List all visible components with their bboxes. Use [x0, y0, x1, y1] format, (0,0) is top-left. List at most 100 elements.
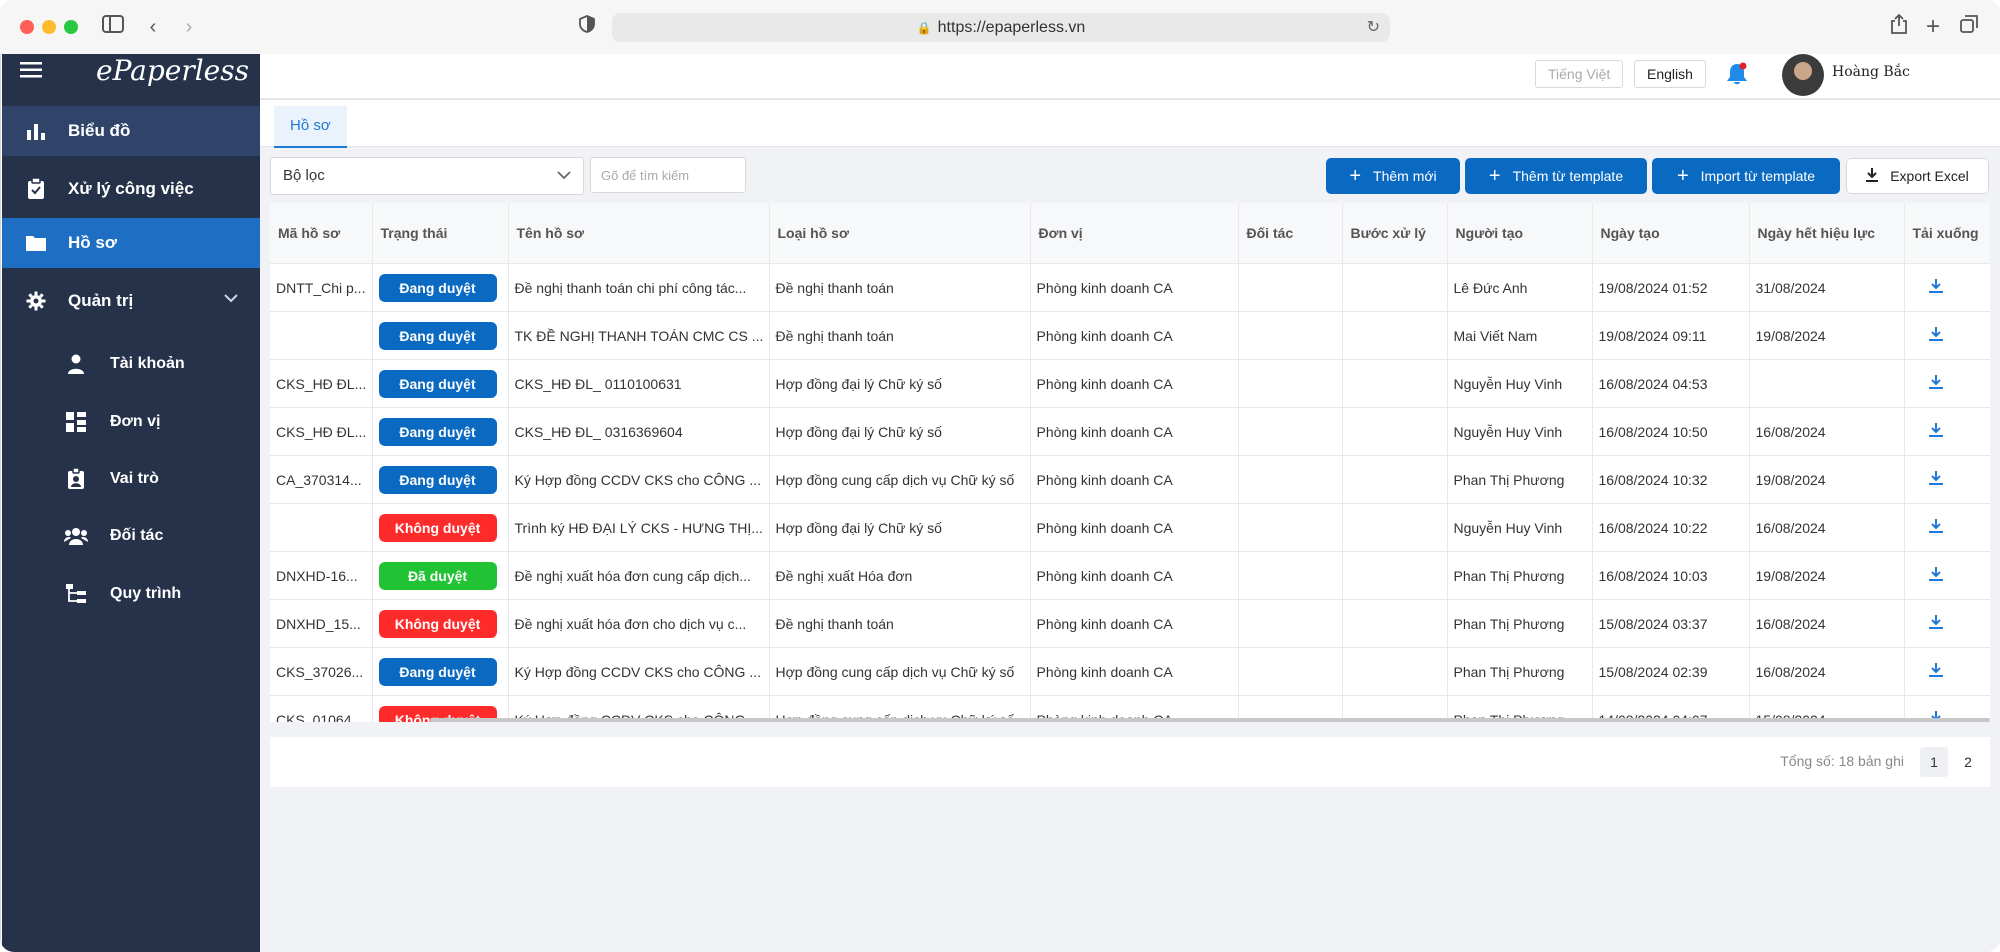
column-header[interactable]: Ngày hết hiệu lực: [1749, 203, 1905, 264]
sidebar-item-roles[interactable]: Vai trò: [2, 457, 260, 501]
sidebar-item-admin[interactable]: Quản trị: [2, 276, 260, 326]
page-1-button[interactable]: 1: [1920, 747, 1948, 777]
unit-cell: Phòng kinh doanh CA: [1030, 263, 1239, 312]
status-badge: Đang duyệt: [378, 465, 497, 494]
language-en-button[interactable]: English: [1634, 60, 1706, 88]
table-row[interactable]: CKS_HĐ ĐL... Đang duyệt CKS_HĐ ĐL_ 0110100…: [270, 359, 1990, 408]
partner-cell: [1238, 359, 1343, 408]
created-cell: 16/08/2024 04:53: [1592, 359, 1750, 408]
download-icon[interactable]: [1928, 566, 1986, 585]
status-cell: Đang duyệt: [372, 455, 509, 504]
table-row[interactable]: CKS_37026... Đang duyệt Ký Hợp đồng CCDV C…: [270, 647, 1990, 696]
table-row[interactable]: DNXHD_15... Không duyệt Đề nghị xuất hóa đ…: [270, 599, 1990, 648]
column-header[interactable]: Mã hồ sơ: [270, 203, 373, 264]
shield-icon[interactable]: [574, 14, 600, 40]
close-window-button[interactable]: [20, 20, 34, 34]
download-icon[interactable]: [1928, 278, 1986, 297]
created-cell: 16/08/2024 10:50: [1592, 407, 1750, 456]
address-bar[interactable]: 🔒 https://epaperless.vn ↻: [612, 13, 1390, 42]
column-header[interactable]: Trạng thái: [372, 203, 509, 264]
column-header[interactable]: Tên hồ sơ: [508, 203, 770, 264]
sidebar-item-partners[interactable]: Đối tác: [2, 514, 260, 558]
sidebar-item-label: Tài khoản: [110, 355, 185, 372]
column-header[interactable]: Tải xuống: [1904, 203, 1990, 264]
avatar[interactable]: [1782, 54, 1824, 96]
add-new-button[interactable]: + Thêm mới: [1326, 158, 1460, 194]
download-cell: [1904, 503, 1990, 552]
table-row[interactable]: Không duyệt Trình ký HĐ ĐẠI LÝ CKS - HƯNG…: [270, 503, 1990, 552]
column-header[interactable]: Đơn vị: [1030, 203, 1239, 264]
table-row[interactable]: CKS_HĐ ĐL... Đang duyệt CKS_HĐ ĐL_ 0316369…: [270, 407, 1990, 456]
expiry-cell: 19/08/2024: [1749, 551, 1905, 600]
column-header[interactable]: Loại hồ sơ: [769, 203, 1031, 264]
download-icon[interactable]: [1928, 326, 1986, 345]
expiry-cell: 19/08/2024: [1749, 455, 1905, 504]
code-cell: DNXHD_15...: [270, 599, 373, 648]
creator-cell: Phan Thị Phương: [1447, 551, 1593, 600]
share-icon[interactable]: [1886, 13, 1912, 40]
forward-icon[interactable]: ›: [176, 14, 202, 40]
table-row[interactable]: DNXHD-16... Đã duyệt Đề nghị xuất hóa đơn …: [270, 551, 1990, 600]
back-icon[interactable]: ‹: [140, 14, 166, 40]
tab-records[interactable]: Hồ sơ: [274, 106, 347, 148]
name-cell: Ký Hợp đồng CCDV CKS cho CÔNG ...: [508, 647, 770, 696]
sidebar-item-accounts[interactable]: Tài khoản: [2, 342, 260, 386]
status-cell: Đang duyệt: [372, 647, 509, 696]
column-header[interactable]: Ngày tạo: [1592, 203, 1750, 264]
sidebar-item-workflows[interactable]: Quy trình: [2, 572, 260, 616]
table-row[interactable]: DNTT_Chi p... Đang duyệt Đề nghị thanh toá…: [270, 263, 1990, 312]
status-badge: Đang duyệt: [378, 417, 497, 446]
expiry-cell: 16/08/2024: [1749, 503, 1905, 552]
search-input[interactable]: Gõ để tìm kiếm: [590, 157, 746, 193]
download-icon[interactable]: [1928, 470, 1986, 489]
horizontal-scrollbar[interactable]: [430, 718, 1990, 722]
created-cell: 16/08/2024 10:22: [1592, 503, 1750, 552]
add-new-label: Thêm mới: [1373, 168, 1437, 184]
user-name[interactable]: Hoàng Bắc: [1832, 64, 1910, 80]
sidebar-item-records[interactable]: Hồ sơ: [2, 218, 260, 268]
unit-cell: Phòng kinh doanh CA: [1030, 599, 1239, 648]
menu-icon[interactable]: [20, 62, 42, 83]
table-row[interactable]: CA_370314... Đang duyệt Ký Hợp đồng CCDV C…: [270, 455, 1990, 504]
bell-icon[interactable]: [1726, 62, 1748, 91]
download-icon[interactable]: [1928, 614, 1986, 633]
maximize-window-button[interactable]: [64, 20, 78, 34]
sidebar-item-tasks[interactable]: Xử lý công việc: [2, 164, 260, 214]
sidebar-item-units[interactable]: Đơn vị: [2, 400, 260, 444]
column-header[interactable]: Bước xử lý: [1342, 203, 1448, 264]
status-cell: Không duyệt: [372, 503, 509, 552]
page-2-button[interactable]: 2: [1954, 747, 1982, 777]
import-from-template-button[interactable]: + Import từ template: [1652, 158, 1840, 194]
language-vi-button[interactable]: Tiếng Việt: [1535, 60, 1624, 88]
download-cell: [1904, 359, 1990, 408]
download-icon[interactable]: [1928, 422, 1986, 441]
table-row[interactable]: Đang duyệt TK ĐỀ NGHỊ THANH TOÁN CMC CS .…: [270, 311, 1990, 360]
reload-icon[interactable]: ↻: [1367, 17, 1380, 37]
status-cell: Đã duyệt: [372, 551, 509, 600]
minimize-window-button[interactable]: [42, 20, 56, 34]
download-icon[interactable]: [1928, 662, 1986, 681]
new-tab-icon[interactable]: +: [1920, 14, 1946, 40]
export-excel-button[interactable]: Export Excel: [1846, 158, 1989, 194]
created-cell: 19/08/2024 09:11: [1592, 311, 1750, 360]
column-header[interactable]: Đối tác: [1238, 203, 1343, 264]
download-icon[interactable]: [1928, 518, 1986, 537]
status-cell: Không duyệt: [372, 599, 509, 648]
user-icon: [64, 352, 88, 376]
name-cell: CKS_HĐ ĐL_ 0110100631: [508, 359, 770, 408]
download-cell: [1904, 263, 1990, 312]
sidebar-toggle-icon[interactable]: [100, 14, 126, 40]
add-from-template-button[interactable]: + Thêm từ template: [1465, 158, 1647, 194]
tab-overview-icon[interactable]: [1956, 14, 1982, 40]
column-header[interactable]: Người tạo: [1447, 203, 1593, 264]
status-badge: Không duyệt: [378, 513, 497, 542]
code-cell: CKS_HĐ ĐL...: [270, 359, 373, 408]
name-cell: Đề nghị xuất hóa đơn cho dịch vụ c...: [508, 599, 770, 648]
filter-select[interactable]: Bộ lọc: [270, 157, 584, 195]
expiry-cell: 19/08/2024: [1749, 311, 1905, 360]
status-badge: Đang duyệt: [378, 657, 497, 686]
step-cell: [1342, 647, 1448, 696]
tab-bar: Hồ sơ: [260, 100, 2000, 148]
sidebar-item-charts[interactable]: Biểu đồ: [2, 106, 260, 156]
download-icon[interactable]: [1928, 374, 1986, 393]
